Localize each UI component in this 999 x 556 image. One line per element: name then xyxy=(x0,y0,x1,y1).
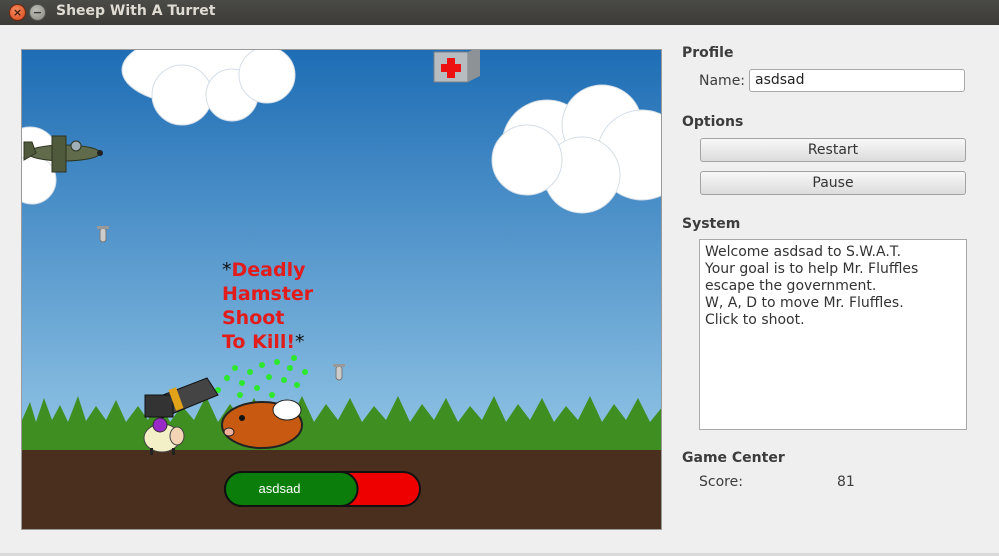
system-message: Your goal is to help Mr. Fluffles escape… xyxy=(705,261,923,294)
game-scene xyxy=(22,50,661,529)
game-canvas[interactable]: *Deadly Hamster Shoot To Kill!* asdsad xyxy=(21,49,662,530)
window-titlebar: × − Sheep With A Turret xyxy=(0,0,999,25)
score-label: Score: xyxy=(699,474,743,490)
close-window-button[interactable]: × xyxy=(9,4,26,21)
caption-line: Shoot xyxy=(222,307,285,329)
restart-button[interactable]: Restart xyxy=(700,138,966,162)
caption-line: Deadly xyxy=(231,259,306,281)
system-message: W, A, D to move Mr. Fluffles. xyxy=(705,295,904,311)
minimize-window-button[interactable]: − xyxy=(29,4,46,21)
medkit-pickup xyxy=(433,50,480,83)
name-label: Name: xyxy=(699,73,746,89)
game-caption: *Deadly Hamster Shoot To Kill!* xyxy=(222,258,313,354)
player-name-label: asdsad xyxy=(258,481,301,496)
caption-line: To Kill! xyxy=(222,331,296,353)
pause-button[interactable]: Pause xyxy=(700,171,966,195)
system-message: Welcome asdsad to S.W.A.T. xyxy=(705,244,902,260)
caption-line: Hamster xyxy=(222,283,314,305)
profile-heading: Profile xyxy=(682,45,734,61)
caption-star-close: * xyxy=(295,331,305,353)
system-message: Click to shoot. xyxy=(705,312,805,328)
name-input[interactable]: asdsad xyxy=(749,69,965,92)
system-heading: System xyxy=(682,216,741,232)
game-center-heading: Game Center xyxy=(682,450,785,466)
options-heading: Options xyxy=(682,114,744,130)
caption-star-open: * xyxy=(222,259,232,281)
score-value: 81 xyxy=(837,474,855,490)
system-log[interactable]: Welcome asdsad to S.W.A.T. Your goal is … xyxy=(699,239,967,430)
window-title: Sheep With A Turret xyxy=(56,3,216,19)
